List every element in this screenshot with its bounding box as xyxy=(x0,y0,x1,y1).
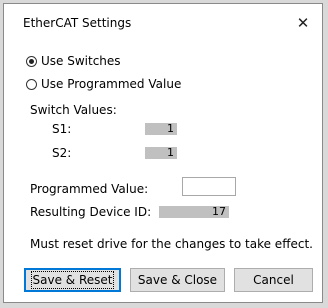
resulting-device-id-value: 17 xyxy=(159,206,229,218)
cancel-label: Cancel xyxy=(253,273,294,287)
ethercat-settings-dialog: EtherCAT Settings ✕ Use Switches Use Pro… xyxy=(3,3,323,303)
programmed-value-label: Programmed Value: xyxy=(30,182,149,196)
radio-use-programmed-value[interactable]: Use Programmed Value xyxy=(26,77,181,91)
save-reset-label: Save & Reset xyxy=(30,271,115,289)
save-reset-button[interactable]: Save & Reset xyxy=(24,268,121,292)
title-bar: EtherCAT Settings ✕ xyxy=(4,4,322,42)
save-close-button[interactable]: Save & Close xyxy=(130,268,225,292)
cancel-button[interactable]: Cancel xyxy=(234,268,313,292)
radio-button-checked[interactable] xyxy=(26,55,37,67)
s2-value: 1 xyxy=(145,147,177,159)
switch-values-heading: Switch Values: xyxy=(30,103,117,117)
close-icon[interactable]: ✕ xyxy=(290,10,316,36)
radio-use-switches[interactable]: Use Switches xyxy=(26,54,121,68)
radio-use-programmed-label: Use Programmed Value xyxy=(41,77,182,91)
s2-label: S2: xyxy=(52,146,72,160)
reset-notice: Must reset drive for the changes to take… xyxy=(30,237,313,251)
resulting-device-id-label: Resulting Device ID: xyxy=(30,205,152,219)
radio-use-switches-label: Use Switches xyxy=(41,54,121,68)
programmed-value-input[interactable] xyxy=(182,177,236,196)
s1-value: 1 xyxy=(145,123,177,135)
save-close-label: Save & Close xyxy=(137,273,218,287)
radio-button-unchecked[interactable] xyxy=(26,78,37,90)
dialog-title: EtherCAT Settings xyxy=(23,16,132,30)
s1-label: S1: xyxy=(52,122,72,136)
